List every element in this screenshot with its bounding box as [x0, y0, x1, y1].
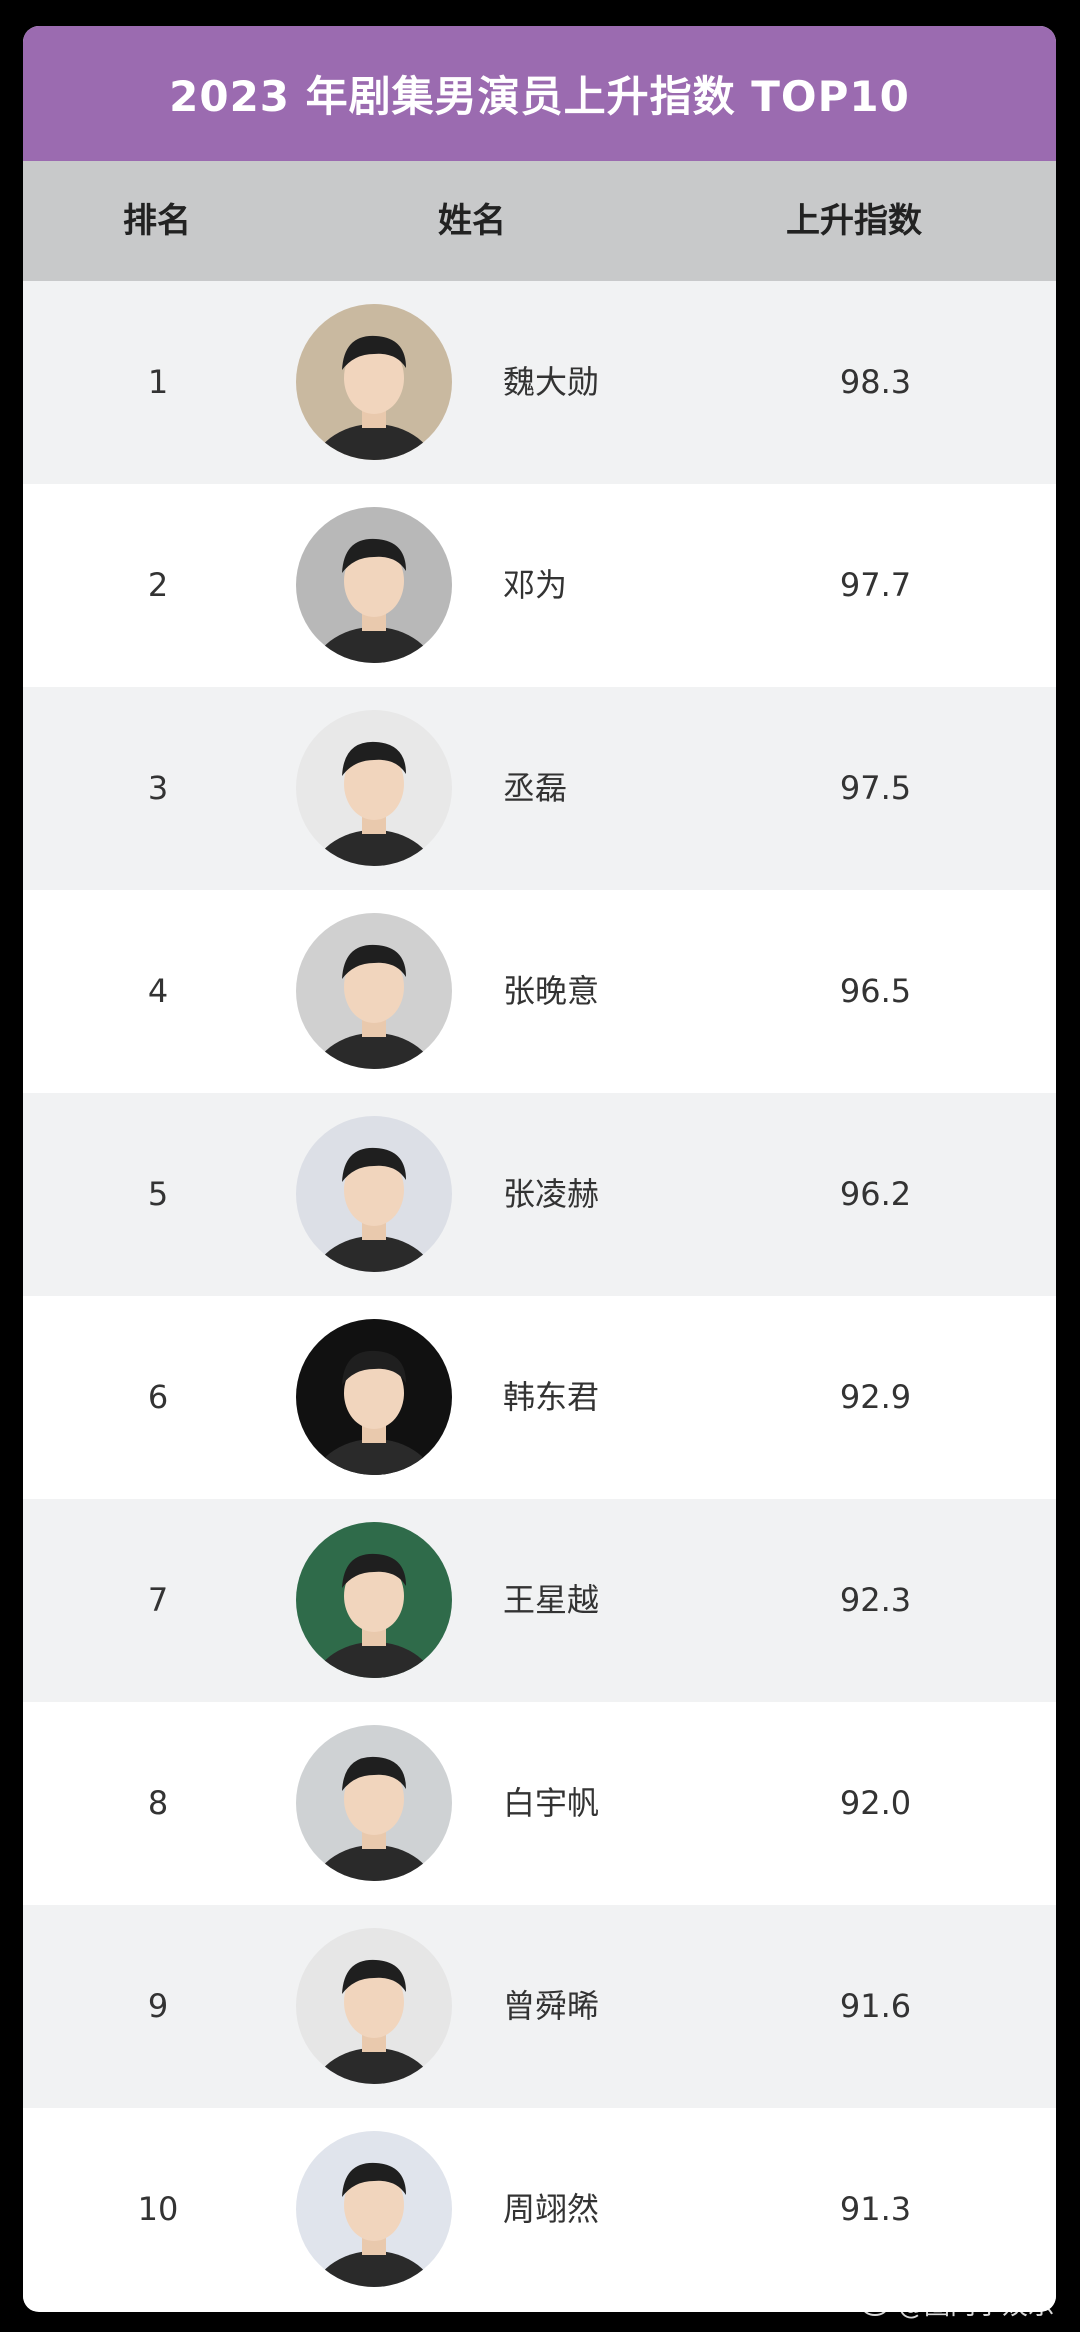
avatar [296, 1116, 452, 1272]
rank-cell: 7 [147, 1581, 169, 1619]
watermark-text: @圈内小娱乐 [897, 2291, 1054, 2321]
actor-name: 韩东君 [503, 1378, 600, 1416]
watermark: @圈内小娱乐 [861, 2285, 1054, 2322]
rising-index-value: 97.5 [839, 769, 912, 807]
table-row: 2 邓为 97.7 [23, 484, 1056, 687]
header-name: 姓名 [438, 201, 506, 241]
avatar [296, 1522, 452, 1678]
rising-index-value: 96.2 [839, 1175, 912, 1213]
rank-cell: 2 [147, 566, 169, 604]
table-header: 排名 姓名 上升指数 [23, 161, 1056, 281]
avatar [296, 710, 452, 866]
actor-name: 丞磊 [503, 769, 568, 807]
ranking-card: 2023 年剧集男演员上升指数 TOP10 排名 姓名 上升指数 1 魏大勋 98.… [23, 26, 1056, 2312]
avatar [296, 2131, 452, 2287]
rising-index-value: 91.6 [839, 1987, 912, 2025]
table-row: 4 张晚意 96.5 [23, 890, 1056, 1093]
avatar [296, 507, 452, 663]
avatar [296, 1319, 452, 1475]
avatar [296, 1725, 452, 1881]
rank-cell: 9 [147, 1987, 169, 2025]
actor-name: 周翊然 [503, 2190, 600, 2228]
avatar [296, 304, 452, 460]
rank-cell: 10 [137, 2190, 179, 2228]
actor-name: 王星越 [503, 1581, 600, 1619]
rank-cell: 6 [147, 1378, 169, 1416]
header-rank: 排名 [123, 201, 191, 241]
table-row: 10 周翊然 91.3 [23, 2108, 1056, 2311]
rank-cell: 1 [147, 363, 169, 401]
avatar [296, 1928, 452, 2084]
table-row: 3 丞磊 97.5 [23, 687, 1056, 890]
table-row: 1 魏大勋 98.3 [23, 281, 1056, 484]
table-row: 7 王星越 92.3 [23, 1499, 1056, 1702]
rank-cell: 4 [147, 972, 169, 1010]
actor-name: 曾舜晞 [503, 1987, 600, 2025]
actor-name: 张晚意 [503, 972, 600, 1010]
rank-cell: 8 [147, 1784, 169, 1822]
rank-cell: 3 [147, 769, 169, 807]
table-row: 5 张凌赫 96.2 [23, 1093, 1056, 1296]
actor-name: 白宇帆 [503, 1784, 600, 1822]
rising-index-value: 92.0 [839, 1784, 912, 1822]
table-body: 1 魏大勋 98.3 2 邓为 97.7 3 丞磊 97.5 4 张晚意 96.5 5 张凌赫 96.2 6 韩… [23, 281, 1056, 2311]
table-row: 9 曾舜晞 91.6 [23, 1905, 1056, 2108]
header-index: 上升指数 [786, 201, 922, 241]
rising-index-value: 97.7 [839, 566, 912, 604]
rank-cell: 5 [147, 1175, 169, 1213]
table-row: 8 白宇帆 92.0 [23, 1702, 1056, 1905]
rising-index-value: 96.5 [839, 972, 912, 1010]
page-title: 2023 年剧集男演员上升指数 TOP10 [169, 72, 910, 121]
actor-name: 魏大勋 [503, 363, 600, 401]
rising-index-value: 91.3 [839, 2190, 912, 2228]
actor-name: 张凌赫 [503, 1175, 600, 1213]
actor-name: 邓为 [503, 566, 568, 604]
rising-index-value: 92.3 [839, 1581, 912, 1619]
rising-index-value: 92.9 [839, 1378, 912, 1416]
weibo-icon [861, 2291, 892, 2317]
title-bar: 2023 年剧集男演员上升指数 TOP10 [23, 26, 1056, 161]
rising-index-value: 98.3 [839, 363, 912, 401]
avatar [296, 913, 452, 1069]
table-row: 6 韩东君 92.9 [23, 1296, 1056, 1499]
